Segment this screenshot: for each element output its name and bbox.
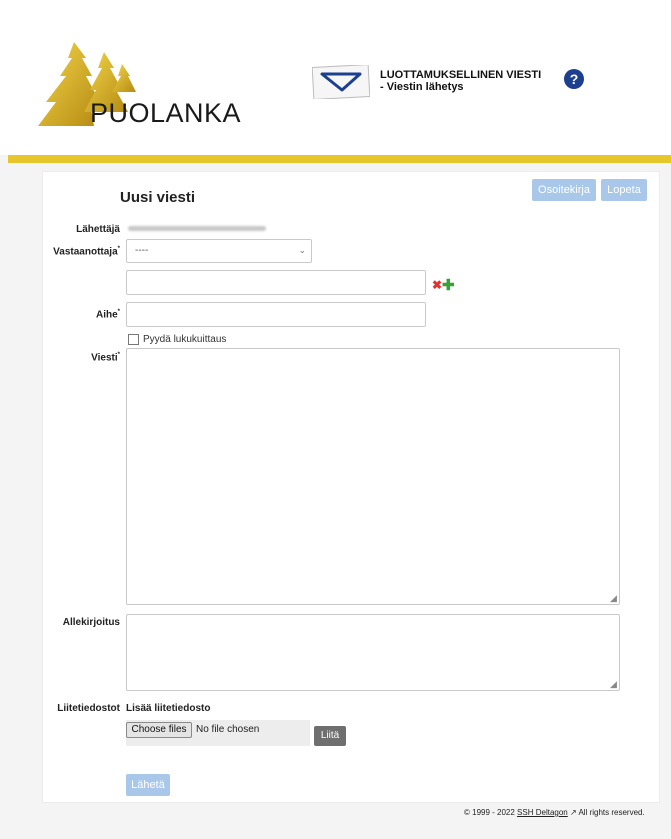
question-mark-icon[interactable]: ? bbox=[564, 69, 584, 89]
chevron-down-icon: ⌄ bbox=[298, 245, 306, 255]
sender-label: Lähettäjä bbox=[76, 224, 120, 235]
recipient-input[interactable] bbox=[126, 270, 426, 295]
rights-text: All rights reserved. bbox=[576, 808, 645, 817]
recipient-select-value: ---- bbox=[135, 245, 149, 256]
form-heading: Uusi viesti bbox=[120, 189, 196, 206]
external-link-icon: ↗ bbox=[569, 808, 577, 817]
resize-handle-icon[interactable]: ◢ bbox=[610, 593, 617, 604]
read-receipt-label: Pyydä lukukuittaus bbox=[143, 334, 227, 345]
logo-text: PUOLANKA bbox=[90, 98, 242, 128]
message-textarea[interactable] bbox=[126, 348, 620, 605]
attachments-label: Liitetiedostot bbox=[57, 703, 120, 714]
page-title-line1: LUOTTAMUKSELLINEN VIESTI bbox=[380, 69, 542, 81]
choose-files-button[interactable]: Choose files bbox=[126, 722, 192, 738]
add-attachment-label: Lisää liitetiedosto bbox=[126, 703, 211, 714]
signature-textarea[interactable] bbox=[126, 614, 620, 691]
copyright-text: © 1999 - 2022 bbox=[464, 808, 518, 817]
recipient-select[interactable]: ---- ⌄ bbox=[126, 239, 312, 263]
address-book-button[interactable]: Osoitekirja bbox=[532, 179, 596, 201]
page-title: LUOTTAMUKSELLINEN VIESTI - Viestin lähet… bbox=[380, 69, 541, 93]
deltagon-link[interactable]: SSH Deltagon bbox=[517, 808, 568, 817]
recipient-label: Vastaanottaja* bbox=[53, 246, 120, 258]
header: PUOLANKA LUOTTAMUKSELLINEN VIESTI - Vies… bbox=[0, 0, 671, 155]
subject-label: Aihe* bbox=[95, 309, 120, 321]
attach-button[interactable]: Liitä bbox=[314, 726, 346, 746]
resize-handle-icon[interactable]: ◢ bbox=[610, 679, 617, 690]
remove-recipient-icon[interactable]: ✖ bbox=[432, 278, 442, 292]
footer: © 1999 - 2022 SSH Deltagon ↗ All rights … bbox=[464, 808, 645, 817]
envelope-icon bbox=[312, 65, 370, 99]
send-button[interactable]: Lähetä bbox=[126, 774, 170, 796]
message-label: Viesti* bbox=[91, 352, 120, 364]
signature-label: Allekirjoitus bbox=[62, 617, 120, 628]
add-recipient-icon[interactable]: ✚ bbox=[442, 276, 455, 294]
accent-bar bbox=[8, 155, 671, 163]
subject-input[interactable] bbox=[126, 302, 426, 327]
page-title-line2: - Viestin lähetys bbox=[380, 81, 464, 93]
exit-button[interactable]: Lopeta bbox=[601, 179, 647, 201]
read-receipt-checkbox[interactable] bbox=[128, 334, 139, 345]
sender-value-redacted bbox=[128, 226, 266, 231]
file-status-text: No file chosen bbox=[196, 724, 260, 735]
